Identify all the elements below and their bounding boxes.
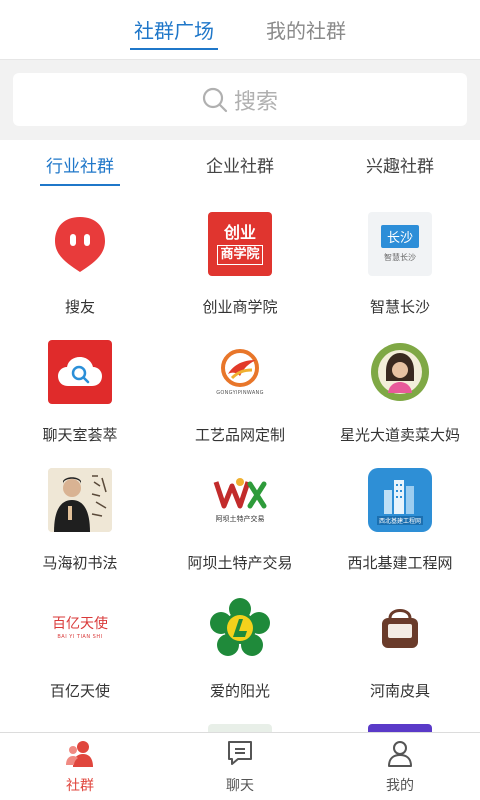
group-item-star-avenue[interactable]: 星光大道卖菜大妈	[320, 324, 480, 452]
group-item-northwest-construction[interactable]: 西北基建工程网 西北基建工程网	[320, 452, 480, 580]
tab-interest-groups[interactable]: 兴趣社群	[320, 140, 480, 188]
nav-mine[interactable]: 我的	[320, 733, 480, 800]
logo-text: 创业	[223, 223, 256, 242]
nav-label: 社群	[66, 777, 94, 794]
group-item-chat-room[interactable]: 聊天室荟萃	[0, 324, 160, 452]
active-underline	[40, 184, 120, 186]
profile-person-icon	[386, 739, 414, 771]
tab-my-groups[interactable]: 我的社群	[262, 0, 350, 60]
category-tab-bar: 行业社群 企业社群 兴趣社群	[0, 140, 480, 188]
tab-enterprise-groups[interactable]: 企业社群	[160, 140, 320, 188]
group-name: 智慧长沙	[369, 298, 430, 316]
group-grid: 搜友 创业 商学院 创业商学院 长沙 智慧长沙 智慧长沙 聊天室荟萃 GONGY…	[0, 196, 480, 732]
group-item-partial[interactable]	[160, 708, 320, 732]
soyou-logo-icon	[48, 212, 112, 276]
group-name: 爱的阳光	[209, 682, 270, 700]
smart-changsha-logo-icon: 长沙 智慧长沙	[368, 212, 432, 276]
tab-label: 兴趣社群	[366, 156, 434, 177]
baiyi-angel-text-logo-icon: 百亿天使 BAI YI TIAN SHI	[48, 596, 112, 660]
group-item-sunshine-love[interactable]: 爱的阳光	[160, 580, 320, 708]
group-item-crafts[interactable]: GONGYIPINWANG 工艺品网定制	[160, 324, 320, 452]
tab-label: 行业社群	[46, 156, 114, 177]
logo-text: 百亿天使	[52, 616, 108, 632]
nav-community[interactable]: 社群	[0, 733, 160, 800]
group-item-baiyi-angel[interactable]: 百亿天使 BAI YI TIAN SHI 百亿天使	[0, 580, 160, 708]
group-name: 马海初书法	[42, 554, 118, 572]
group-item-business-school[interactable]: 创业 商学院 创业商学院	[160, 196, 320, 324]
calligrapher-photo-icon	[48, 468, 112, 532]
group-name: 聊天室荟萃	[42, 426, 118, 444]
group-name: 阿坝土特产交易	[187, 554, 293, 572]
business-school-logo-icon: 创业 商学院	[208, 212, 272, 276]
logo-text: 智慧长沙	[384, 253, 416, 262]
logo-text: 西北基建工程网	[376, 515, 423, 525]
group-item-calligraphy[interactable]: 马海初书法	[0, 452, 160, 580]
grid-row-partial	[0, 708, 480, 732]
tab-label: 企业社群	[206, 156, 274, 177]
group-name: 西北基建工程网	[347, 554, 453, 572]
grid-row: 马海初书法 阿坝土特产交易 阿坝土特产交易 西北基建工程网 西北基建工程网	[0, 452, 480, 580]
group-name: 百亿天使	[49, 682, 110, 700]
grid-row: 搜友 创业 商学院 创业商学院 长沙 智慧长沙 智慧长沙	[0, 196, 480, 324]
group-name: 河南皮具	[369, 682, 430, 700]
chat-bubble-icon	[226, 739, 254, 771]
leather-goods-logo-icon	[368, 596, 432, 660]
top-tab-bar: 社群广场 我的社群	[0, 0, 480, 60]
chat-room-cloud-search-icon	[48, 340, 112, 404]
aba-specialty-logo-icon: 阿坝土特产交易	[208, 468, 272, 532]
logo-text: BAI YI TIAN SHI	[57, 634, 103, 640]
woman-portrait-icon	[368, 340, 432, 404]
group-item-partial[interactable]	[320, 708, 480, 732]
app-screen: 社群广场 我的社群 搜索 行业社群 企业社群 兴趣社群 搜友 创业 商学院 创业…	[0, 0, 480, 800]
search-area: 搜索	[0, 60, 480, 140]
search-icon	[202, 87, 228, 113]
nav-label: 我的	[386, 777, 414, 794]
group-name: 创业商学院	[202, 298, 278, 316]
group-name: 星光大道卖菜大妈	[339, 426, 460, 444]
logo-text: 阿坝土特产交易	[215, 515, 265, 523]
nav-label: 聊天	[226, 777, 254, 794]
nav-chat[interactable]: 聊天	[160, 733, 320, 800]
logo-text: 长沙	[380, 225, 419, 248]
search-placeholder: 搜索	[233, 89, 278, 115]
group-item-partial[interactable]	[0, 708, 160, 732]
grid-row: 百亿天使 BAI YI TIAN SHI 百亿天使 爱的阳光 河南皮具	[0, 580, 480, 708]
group-item-aba-specialty[interactable]: 阿坝土特产交易 阿坝土特产交易	[160, 452, 320, 580]
group-item-soyou[interactable]: 搜友	[0, 196, 160, 324]
bottom-nav-bar: 社群 聊天 我的	[0, 732, 480, 800]
tab-industry-groups[interactable]: 行业社群	[0, 140, 160, 188]
sunshine-flower-logo-icon	[208, 596, 272, 660]
partial-logo-icon	[368, 724, 432, 732]
group-item-smart-changsha[interactable]: 长沙 智慧长沙 智慧长沙	[320, 196, 480, 324]
group-name: 搜友	[64, 298, 95, 316]
buildings-logo-icon: 西北基建工程网	[368, 468, 432, 532]
group-item-henan-leather[interactable]: 河南皮具	[320, 580, 480, 708]
group-name: 工艺品网定制	[194, 426, 285, 444]
phoenix-logo-icon: GONGYIPINWANG	[208, 340, 272, 404]
tab-group-square[interactable]: 社群广场	[130, 0, 218, 60]
partial-logo-icon	[208, 724, 272, 732]
logo-text: 商学院	[217, 245, 263, 265]
grid-row: 聊天室荟萃 GONGYIPINWANG 工艺品网定制 星光大道卖菜大妈	[0, 324, 480, 452]
logo-text: GONGYIPINWANG	[216, 390, 264, 396]
search-input[interactable]: 搜索	[13, 73, 467, 126]
community-people-icon	[65, 739, 95, 771]
